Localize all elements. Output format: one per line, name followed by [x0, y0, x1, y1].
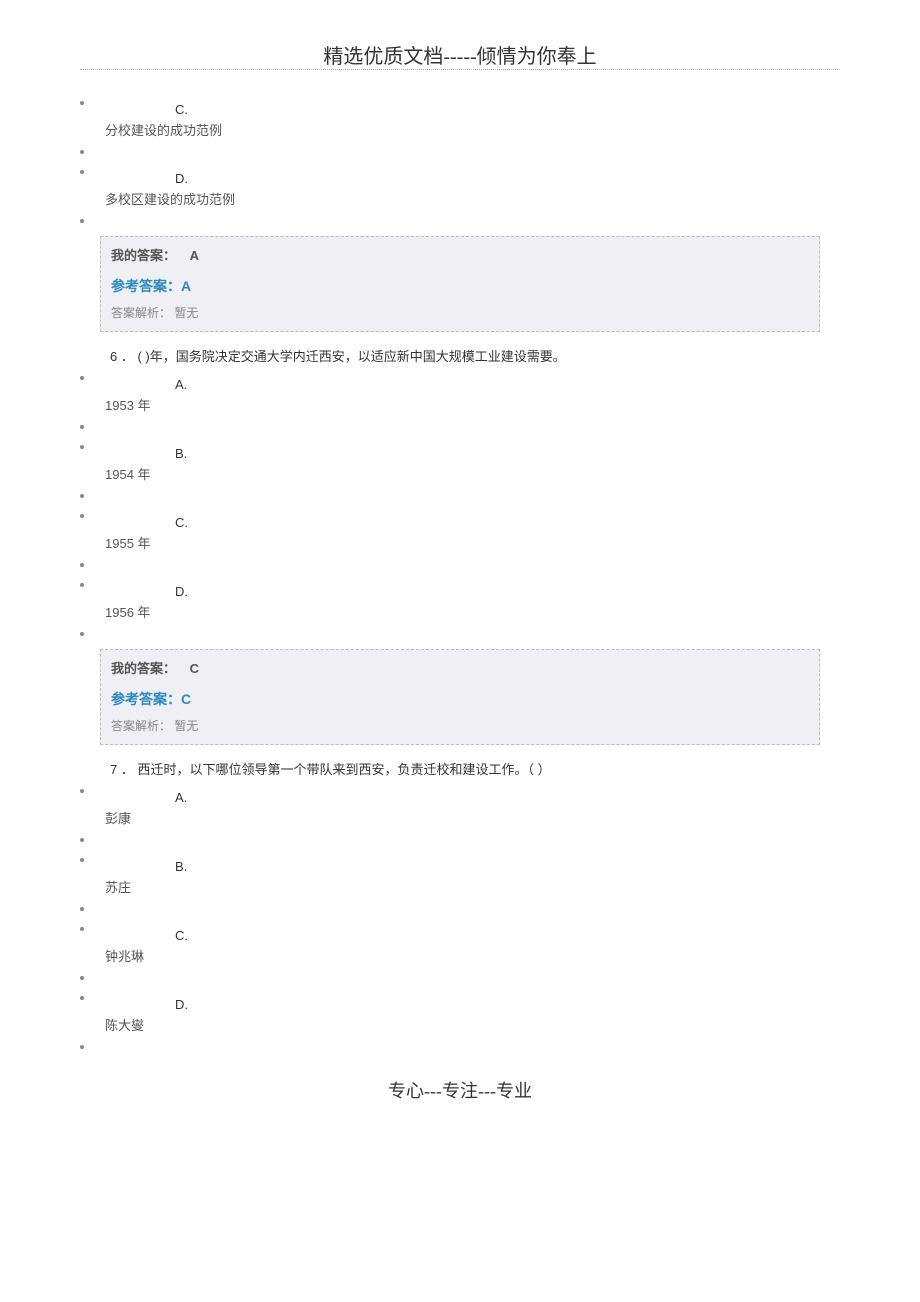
- spacer: [100, 422, 820, 442]
- question-text: 6 ． ( )年，国务院决定交通大学内迁西安，以适应新中国大规模工业建设需要。: [100, 342, 820, 373]
- option-letter: D.: [105, 580, 820, 602]
- option-text: 彭康: [105, 808, 820, 835]
- bullet-icon: [80, 789, 84, 793]
- option-text: 分校建设的成功范例: [105, 120, 820, 147]
- option-a-row: A. 彭康: [100, 786, 820, 835]
- ref-answer-label: 参考答案：: [111, 691, 181, 707]
- bullet-icon: [80, 101, 84, 105]
- option-d-row: D. 陈大燮: [100, 993, 820, 1042]
- option-c-row: C. 分校建设的成功范例: [100, 98, 820, 147]
- analysis: 答案解析： 暂无: [111, 717, 809, 736]
- analysis-label: 答案解析：: [111, 719, 171, 733]
- option-c-row: C. 1955 年: [100, 511, 820, 560]
- bullet-icon: [80, 170, 84, 174]
- ref-answer: 参考答案：A: [111, 276, 809, 304]
- option-letter: C.: [105, 924, 820, 946]
- header-text: 精选优质文档-----倾情为你奉上: [323, 46, 596, 68]
- option-a-row: A. 1953 年: [100, 373, 820, 422]
- option-letter: A.: [105, 373, 820, 395]
- answer-box: 我的答案： C 参考答案：C 答案解析： 暂无: [100, 649, 820, 745]
- option-c-row: C. 钟兆琳: [100, 924, 820, 973]
- my-answer: 我的答案： C: [111, 658, 809, 689]
- option-text: 1954 年: [105, 464, 820, 491]
- bullet-icon: [80, 1045, 84, 1049]
- spacer: [100, 491, 820, 511]
- option-letter: A.: [105, 786, 820, 808]
- option-letter: C.: [105, 98, 820, 120]
- bullet-icon: [80, 632, 84, 636]
- ref-answer: 参考答案：C: [111, 689, 809, 717]
- option-text: 1953 年: [105, 395, 820, 422]
- spacer: [100, 216, 820, 236]
- option-letter: C.: [105, 511, 820, 533]
- my-answer-label: 我的答案：: [111, 248, 176, 263]
- option-text: 1956 年: [105, 602, 820, 629]
- ref-answer-label: 参考答案：: [111, 278, 181, 294]
- option-d-row: D. 多校区建设的成功范例: [100, 167, 820, 216]
- bullet-icon: [80, 150, 84, 154]
- bullet-icon: [80, 425, 84, 429]
- spacer: [100, 973, 820, 993]
- spacer: [100, 147, 820, 167]
- bullet-icon: [80, 907, 84, 911]
- bullet-icon: [80, 376, 84, 380]
- option-letter: B.: [105, 442, 820, 464]
- spacer: [100, 560, 820, 580]
- bullet-icon: [80, 838, 84, 842]
- option-b-row: B. 苏庄: [100, 855, 820, 904]
- question-text: 7 ． 西迁时，以下哪位领导第一个带队来到西安，负责迁校和建设工作。（ ）: [100, 755, 820, 786]
- option-text: 苏庄: [105, 877, 820, 904]
- analysis-label: 答案解析：: [111, 306, 171, 320]
- option-text: 多校区建设的成功范例: [105, 189, 820, 216]
- page-header: 精选优质文档-----倾情为你奉上: [100, 40, 820, 78]
- spacer: [100, 1042, 820, 1062]
- option-d-row: D. 1956 年: [100, 580, 820, 629]
- option-text: 1955 年: [105, 533, 820, 560]
- option-b-row: B. 1954 年: [100, 442, 820, 491]
- option-letter: D.: [105, 167, 820, 189]
- answer-box: 我的答案： A 参考答案：A 答案解析： 暂无: [100, 236, 820, 332]
- bullet-icon: [80, 583, 84, 587]
- ref-answer-value: C: [181, 691, 191, 707]
- bullet-icon: [80, 976, 84, 980]
- my-answer-value: C: [190, 661, 199, 676]
- spacer: [100, 835, 820, 855]
- analysis-value: 暂无: [174, 719, 198, 733]
- my-answer-value: A: [190, 248, 199, 263]
- option-text: 钟兆琳: [105, 946, 820, 973]
- page-footer: 专心---专注---专业: [100, 1077, 820, 1103]
- option-letter: D.: [105, 993, 820, 1015]
- spacer: [100, 629, 820, 649]
- footer-text: 专心---专注---专业: [388, 1081, 532, 1101]
- my-answer: 我的答案： A: [111, 245, 809, 276]
- my-answer-label: 我的答案：: [111, 661, 176, 676]
- bullet-icon: [80, 219, 84, 223]
- ref-answer-value: A: [181, 278, 191, 294]
- bullet-icon: [80, 514, 84, 518]
- bullet-icon: [80, 996, 84, 1000]
- bullet-icon: [80, 445, 84, 449]
- bullet-icon: [80, 858, 84, 862]
- spacer: [100, 904, 820, 924]
- analysis-value: 暂无: [174, 306, 198, 320]
- analysis: 答案解析： 暂无: [111, 304, 809, 323]
- option-text: 陈大燮: [105, 1015, 820, 1042]
- bullet-icon: [80, 927, 84, 931]
- bullet-icon: [80, 494, 84, 498]
- bullet-icon: [80, 563, 84, 567]
- option-letter: B.: [105, 855, 820, 877]
